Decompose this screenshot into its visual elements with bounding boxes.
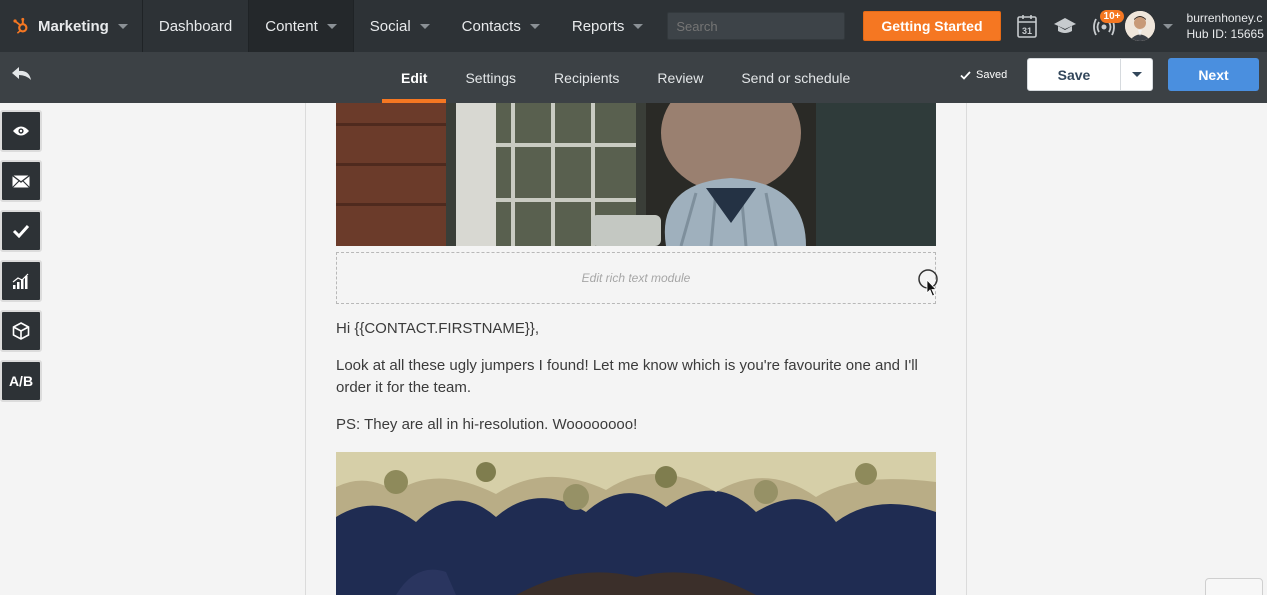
jumper-photo	[336, 452, 936, 595]
nav-reports-label: Reports	[571, 17, 625, 35]
hero-image[interactable]	[336, 103, 936, 246]
tab-edit[interactable]: Edit	[382, 52, 447, 103]
checkmark-icon	[960, 70, 971, 80]
calendar-icon: 31	[1016, 15, 1037, 38]
marketing-menu-label: Marketing	[38, 17, 109, 35]
account-name: burrenhoney.c	[1186, 11, 1263, 25]
cube-icon	[12, 322, 30, 340]
chevron-down-icon	[419, 23, 430, 29]
academy-button[interactable]	[1053, 16, 1077, 36]
calendar-day: 31	[1022, 26, 1032, 36]
cursor-arrow-icon	[918, 269, 938, 297]
envelope-icon	[12, 174, 30, 188]
nav-contacts-label: Contacts	[461, 17, 521, 35]
checkmark-icon	[12, 224, 30, 238]
search-input[interactable]	[667, 12, 846, 40]
save-button[interactable]: Save	[1028, 59, 1120, 90]
account-info[interactable]: burrenhoney.c Hub ID: 15665	[1187, 10, 1264, 42]
editor-tabs: Edit Settings Recipients Review Send or …	[382, 52, 869, 103]
user-photo	[1124, 11, 1155, 41]
nav-dashboard[interactable]: Dashboard	[141, 0, 248, 52]
saved-status: Saved	[960, 69, 1007, 81]
hero-photo	[336, 103, 936, 246]
save-button-group: Save	[1027, 58, 1153, 91]
getting-started-button[interactable]: Getting Started	[863, 11, 1001, 41]
nav-social[interactable]: Social	[352, 0, 446, 52]
hubspot-sprocket-icon	[13, 17, 28, 34]
chevron-down-icon	[117, 23, 128, 29]
preview-button[interactable]	[0, 110, 42, 152]
nav-social-label: Social	[369, 17, 411, 35]
nav-contacts[interactable]: Contacts	[446, 0, 556, 52]
chevron-down-icon	[633, 23, 644, 29]
notification-badge: 10+	[1099, 10, 1125, 23]
tab-review[interactable]: Review	[638, 52, 722, 103]
rich-text-module[interactable]: Edit rich text module	[336, 252, 936, 304]
email-greeting[interactable]: Hi {{CONTACT.FIRSTNAME}},	[336, 318, 936, 340]
saved-label: Saved	[976, 69, 1008, 81]
email-paragraph[interactable]: Look at all these ugly jumpers I found! …	[336, 355, 936, 399]
avatar[interactable]	[1124, 11, 1155, 41]
save-options-dropdown[interactable]	[1120, 59, 1152, 90]
back-button[interactable]	[11, 66, 33, 87]
account-menu-chevron-icon[interactable]	[1162, 23, 1173, 29]
nav-content-label: Content	[265, 17, 318, 35]
notifications-button[interactable]: 10+	[1092, 10, 1125, 36]
top-navigation-bar: Marketing Dashboard Content Social Conta…	[0, 0, 1267, 52]
nav-content[interactable]: Content	[248, 0, 353, 52]
email-ps-line[interactable]: PS: They are all in hi-resolution. Woooo…	[336, 414, 936, 436]
left-tool-rail: A/B	[0, 110, 46, 410]
chevron-down-icon	[326, 23, 337, 29]
ab-test-button[interactable]: A/B	[0, 360, 42, 402]
editor-toolbar: Edit Settings Recipients Review Send or …	[0, 52, 1267, 103]
nav-reports[interactable]: Reports	[556, 0, 660, 52]
nav-dashboard-label: Dashboard	[158, 17, 233, 35]
bar-chart-icon	[12, 273, 29, 289]
modules-button[interactable]	[0, 310, 42, 352]
eye-icon	[13, 126, 29, 136]
back-arrow-icon	[12, 67, 31, 80]
graduation-cap-icon	[1053, 18, 1076, 33]
feedback-tab[interactable]	[1205, 578, 1263, 595]
hub-id: Hub ID: 15665	[1186, 27, 1264, 41]
analytics-button[interactable]	[0, 260, 42, 302]
email-canvas: Edit rich text module Hi {{CONTACT.FIRST…	[305, 103, 967, 595]
mouse-cursor	[917, 269, 941, 304]
calendar-button[interactable]: 31	[1016, 14, 1037, 38]
jumper-image[interactable]	[336, 452, 936, 595]
tab-recipients[interactable]: Recipients	[535, 52, 638, 103]
chevron-down-icon	[1131, 72, 1142, 77]
next-button[interactable]: Next	[1168, 58, 1259, 91]
chevron-down-icon	[529, 23, 540, 29]
marketing-menu[interactable]: Marketing	[0, 0, 142, 52]
tab-send-or-schedule[interactable]: Send or schedule	[722, 52, 869, 103]
email-details-button[interactable]	[0, 160, 42, 202]
checklist-button[interactable]	[0, 210, 42, 252]
tab-settings[interactable]: Settings	[446, 52, 535, 103]
